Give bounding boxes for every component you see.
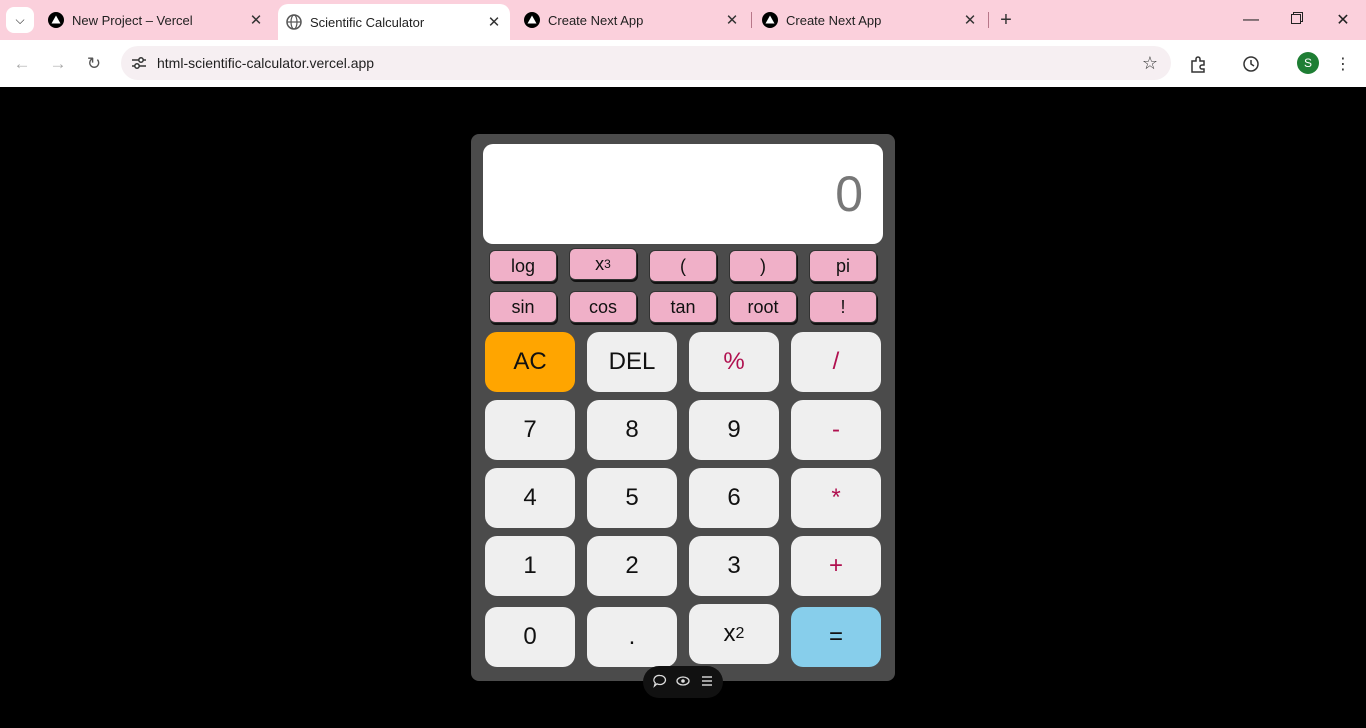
factorial-button[interactable]: ! [809, 291, 877, 323]
sin-button[interactable]: sin [489, 291, 557, 323]
cube-exponent: 3 [604, 257, 611, 271]
delete-button[interactable]: DEL [587, 332, 677, 392]
close-icon[interactable]: ✕ [722, 10, 742, 30]
tab-title: Create Next App [548, 12, 644, 28]
tab-new-project-vercel[interactable]: New Project – Vercel ✕ [40, 0, 272, 40]
tab-title: Create Next App [786, 12, 882, 28]
tab-separator [751, 12, 752, 28]
arrow-left-icon: ← [13, 54, 31, 73]
bookmark-star-icon[interactable]: ☆ [1135, 48, 1165, 78]
cube-base: x [595, 253, 605, 274]
close-window-button[interactable]: ✕ [1320, 0, 1366, 40]
chevron-down-icon: ⌵ [15, 12, 25, 27]
vercel-triangle-icon [762, 12, 778, 28]
vercel-triangle-icon [524, 12, 540, 28]
divide-button[interactable]: / [791, 332, 881, 392]
back-button[interactable]: ← [8, 50, 36, 78]
root-button[interactable]: root [729, 291, 797, 323]
tab-separator [988, 12, 989, 28]
reload-icon: ↻ [86, 54, 102, 73]
calculator-display: 0 [483, 144, 883, 244]
tab-scientific-calculator[interactable]: Scientific Calculator ✕ [278, 4, 510, 40]
digit-6-button[interactable]: 6 [689, 468, 779, 528]
tab-title: New Project – Vercel [72, 12, 193, 28]
digit-0-button[interactable]: 0 [485, 607, 575, 667]
close-icon[interactable]: ✕ [484, 12, 504, 32]
digit-4-button[interactable]: 4 [485, 468, 575, 528]
plus-button[interactable]: + [791, 536, 881, 596]
reload-button[interactable]: ↻ [80, 50, 108, 78]
address-bar[interactable]: html-scientific-calculator.vercel.app ☆ [121, 46, 1171, 80]
multiply-button[interactable]: * [791, 468, 881, 528]
restore-button[interactable] [1274, 0, 1320, 40]
floating-toolbar [643, 666, 723, 698]
close-paren-button[interactable]: ) [729, 250, 797, 282]
eye-icon[interactable] [676, 674, 690, 691]
close-icon: ✕ [1336, 12, 1350, 29]
all-clear-button[interactable]: AC [485, 332, 575, 392]
digit-8-button[interactable]: 8 [587, 400, 677, 460]
history-icon[interactable] [1237, 50, 1265, 78]
tab-strip: ⌵ New Project – Vercel ✕ Scientific Calc… [0, 0, 1366, 40]
forward-button[interactable]: → [44, 50, 72, 78]
new-tab-button[interactable]: + [994, 8, 1018, 32]
browser-toolbar: ← → ↻ html-scientific-calculator.vercel.… [0, 40, 1366, 87]
open-paren-button[interactable]: ( [649, 250, 717, 282]
digit-5-button[interactable]: 5 [587, 468, 677, 528]
minimize-button[interactable]: — [1228, 0, 1274, 40]
close-icon[interactable]: ✕ [960, 10, 980, 30]
site-info-icon[interactable] [125, 49, 153, 77]
tab-create-next-app-2[interactable]: Create Next App ✕ [754, 0, 986, 40]
calculator: 0 log x3 ( ) pi sin cos tan root ! AC DE… [471, 134, 895, 681]
digit-7-button[interactable]: 7 [485, 400, 575, 460]
minus-button[interactable]: - [791, 400, 881, 460]
globe-icon [286, 14, 302, 30]
digit-3-button[interactable]: 3 [689, 536, 779, 596]
equals-button[interactable]: = [791, 607, 881, 667]
cube-button[interactable]: x3 [569, 248, 637, 280]
restore-icon [1291, 11, 1303, 29]
extensions-icon[interactable] [1184, 50, 1212, 78]
percent-button[interactable]: % [689, 332, 779, 392]
log-button[interactable]: log [489, 250, 557, 282]
digit-9-button[interactable]: 9 [689, 400, 779, 460]
menu-lines-icon[interactable] [700, 674, 714, 691]
pi-button[interactable]: pi [809, 250, 877, 282]
close-icon[interactable]: ✕ [246, 10, 266, 30]
url-text[interactable]: html-scientific-calculator.vercel.app [157, 55, 1135, 71]
menu-kebab-icon[interactable]: ⋮ [1329, 50, 1357, 78]
decimal-point-button[interactable]: . [587, 607, 677, 667]
tab-search-button[interactable]: ⌵ [6, 7, 34, 33]
tan-button[interactable]: tan [649, 291, 717, 323]
square-button[interactable]: x2 [689, 604, 779, 664]
digit-2-button[interactable]: 2 [587, 536, 677, 596]
comment-icon[interactable] [652, 674, 667, 691]
vercel-triangle-icon [48, 12, 64, 28]
profile-avatar[interactable]: S [1297, 52, 1319, 74]
cos-button[interactable]: cos [569, 291, 637, 323]
square-exponent: 2 [735, 625, 745, 642]
tab-title: Scientific Calculator [310, 14, 425, 30]
arrow-right-icon: → [49, 54, 67, 73]
tab-create-next-app[interactable]: Create Next App ✕ [516, 0, 748, 40]
minimize-icon: — [1243, 11, 1259, 28]
digit-1-button[interactable]: 1 [485, 536, 575, 596]
square-base: x [723, 620, 736, 647]
plus-icon: + [1000, 8, 1012, 31]
